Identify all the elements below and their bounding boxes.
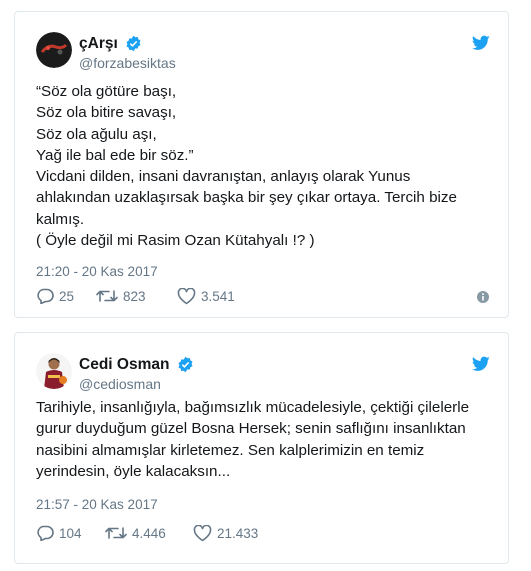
like-button[interactable]: 3.541 (177, 288, 235, 305)
avatar[interactable] (36, 32, 72, 68)
like-icon (193, 525, 212, 542)
reply-button[interactable]: 25 (36, 288, 74, 304)
like-count: 3.541 (201, 289, 235, 304)
tweet-text: Tarihiyle, insanlığıyla, bağımsızlık müc… (36, 397, 492, 482)
twitter-bird-icon[interactable] (472, 356, 490, 372)
reply-icon (37, 525, 54, 541)
handle[interactable]: @forzabesiktas (79, 54, 176, 72)
like-icon (177, 288, 196, 305)
retweet-count: 823 (123, 288, 146, 304)
retweet-button[interactable]: 823 (96, 288, 146, 304)
avatar[interactable] (36, 353, 72, 389)
tweet-text: “Söz ola götüre başı, Söz ola bitire sav… (36, 81, 492, 251)
tweet-header: Cedi Osman @cediosman (36, 353, 494, 393)
tweet-line: Yağ ile bal ede bir söz.” (36, 146, 194, 164)
verified-badge-icon (126, 35, 141, 52)
user-names[interactable]: çArşı @forzabesiktas (79, 34, 176, 72)
handle[interactable]: @cediosman (79, 375, 194, 393)
tweet-line: “Söz ola götüre başı, (36, 83, 177, 100)
tweet-card: çArşı @forzabesiktas “Söz ola götüre baş… (14, 11, 509, 318)
display-name[interactable]: çArşı (79, 34, 118, 53)
like-button[interactable]: 21.433 (193, 525, 258, 542)
tweet-line: Tarihiyle, insanlığıyla, bağımsızlık müc… (36, 399, 470, 416)
reply-button[interactable]: 104 (36, 525, 82, 541)
reply-icon (37, 288, 54, 304)
tweet-line: ( Öyle değil mi Rasim Ozan Kütahyalı !? … (36, 232, 315, 250)
reply-count: 104 (59, 525, 82, 541)
tweet-line: ahlakından uzaklaşırsak başka bir şey çı… (36, 189, 457, 207)
tweet-timestamp[interactable]: 21:20 - 20 Kas 2017 (36, 264, 158, 279)
tweet-line: Söz ola bitire savaşı, (36, 104, 177, 122)
retweet-count: 4.446 (132, 525, 166, 541)
user-names[interactable]: Cedi Osman @cediosman (79, 355, 194, 393)
retweet-icon (96, 290, 118, 302)
info-icon[interactable] (477, 291, 489, 303)
verified-badge-icon (178, 356, 193, 373)
tweet-actions: 25 823 3.541 (36, 288, 494, 308)
twitter-bird-icon[interactable] (472, 35, 490, 51)
reply-count: 25 (59, 288, 75, 304)
tweet-line: Vicdani dilden, insani davranıştan, anla… (36, 168, 411, 186)
tweet-timestamp[interactable]: 21:57 - 20 Kas 2017 (36, 497, 158, 512)
like-count: 21.433 (217, 526, 259, 541)
tweet-line: gurur duyduğum güzel Bosna Hersek; senin… (36, 420, 466, 438)
retweet-icon (105, 527, 127, 539)
tweet-actions: 104 4.446 21.433 (36, 525, 494, 545)
tweet-line: yerindesin, öyle kalacaksın... (36, 462, 231, 480)
tweet-line: kalmış. (36, 210, 85, 228)
display-name[interactable]: Cedi Osman (79, 355, 169, 374)
tweet-card: Cedi Osman @cediosman Tarihiyle, insanlı… (14, 332, 509, 564)
tweet-line: nasibini almamışlar kirletemez. Sen kalp… (36, 441, 425, 459)
tweet-line: Söz ola ağulu aşı, (36, 125, 157, 143)
retweet-button[interactable]: 4.446 (105, 525, 166, 541)
tweet-header: çArşı @forzabesiktas (36, 32, 494, 72)
